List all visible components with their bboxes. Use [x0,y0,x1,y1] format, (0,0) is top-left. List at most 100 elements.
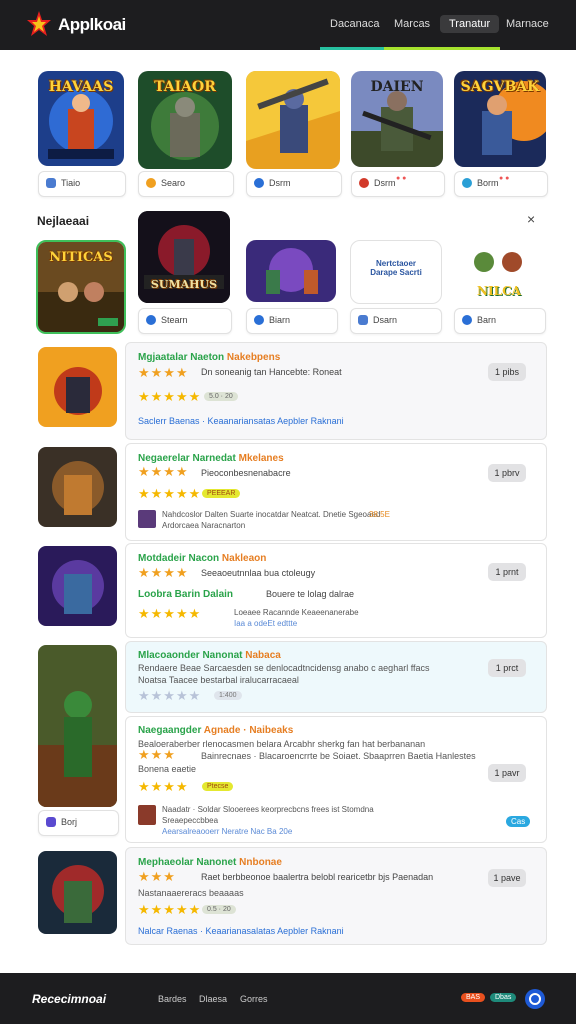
game-name: Mephaeolar Nanonet Nnbonae [138,857,282,868]
game-card-2[interactable]: Negaerelar Narnedat Mkelanes ★★★★ Pieoco… [125,443,547,541]
nav-item-1[interactable]: Dacanaca [330,18,380,30]
rating-badge: 0.5 · 20 [202,905,236,914]
rating-stars-icon: ★★★★★ [138,389,202,404]
thumbnail-caption: Nertctaoer Darape Sacrti [370,259,422,277]
game-thumbnail-3[interactable] [246,71,340,169]
nav-item-4[interactable]: Marnace [506,18,549,30]
rating-badge: 5.0 · 20 [204,392,238,401]
section-chip-5[interactable]: Barn [454,308,546,334]
game-description: Bealoeraberber rlenocasmen belara Arcabh… [138,739,426,749]
coin-icon [146,178,156,188]
user-icon [46,817,56,827]
footer-link-3[interactable]: Gorres [240,994,268,1004]
section-chip-3[interactable]: Biarn [246,308,338,334]
game-meta[interactable]: Saclerr Baenas · Keaanariansatas Aepbler… [138,416,344,426]
section-thumbnail-1[interactable]: NITICAS [36,240,126,334]
footer-link-1[interactable]: Bardes [158,994,187,1004]
game-card-1[interactable]: Mgjaatalar Naeton Nakebpens ★★★★ Dn sone… [125,342,547,440]
chip-label: Barn [477,315,497,325]
game-card-6[interactable]: Mephaeolar Nanonet Nnbonae ★★★ Raet berb… [125,847,547,945]
top-navigation-bar: Applkoai Dacanaca Marcas Tranatur Marnac… [0,0,576,50]
install-button[interactable]: 1 pave [488,869,526,887]
side-chip[interactable]: Borj [38,810,119,836]
avatar [138,805,156,825]
rating-badge: Ptecse [202,782,234,791]
chip-2[interactable]: Searo [138,171,234,197]
game-list-thumbnail-2[interactable] [38,447,117,527]
chip-label: Borj [61,817,78,827]
game-name: Mlacoaonder Nanonat Nabaca [138,650,281,661]
game-thumbnail-4[interactable]: DAIEN [351,71,443,167]
chip-label: Dsrm [374,178,396,188]
app-name[interactable]: Applkoai [58,15,126,35]
review-subtext-2: Aearsalreaooerr Neratre Nac Ba 20e [162,827,293,836]
review-subtext: Sreaepeccbbea [162,816,219,825]
section-chip-2[interactable]: Stearn [138,308,232,334]
game-description: Seeaoeutnnlaa bua ctoleugy [201,568,316,578]
game-thumbnail-5[interactable]: SAGVBAK [454,71,546,167]
rating-stars-icon: ★★★★★ [138,688,202,703]
globe-icon [254,315,264,325]
thumbnail-title: SAGVBAK [460,79,540,95]
chip-1[interactable]: Tiaio [38,171,126,197]
thumbnail-title: DAIEN [370,79,424,95]
footer-link-2[interactable]: Dlaesa [199,994,227,1004]
globe-icon [462,315,472,325]
refresh-icon[interactable] [524,988,546,1010]
nav-item-2[interactable]: Marcas [394,18,430,30]
game-thumbnail-2[interactable]: TAIAOR [138,71,232,169]
action-pill[interactable]: Cas [506,816,531,827]
section-thumbnail-5[interactable]: NILCA [454,240,544,302]
footer-title: Rececimnoai [32,992,107,1006]
footer-badge-red[interactable]: BAS [461,993,486,1002]
game-description: Pieoconbesnenabacre [201,468,291,478]
game-list-thumbnail-3[interactable] [38,546,117,626]
bookmark-icon [358,315,368,325]
install-button[interactable]: 1 pibs [488,363,526,381]
rating-stars-icon: ★★★★★ [138,606,202,621]
install-button[interactable]: 1 pavr [488,764,526,782]
game-list-thumbnail-1[interactable] [38,347,117,427]
game-thumbnail-1[interactable]: HAVAAS [38,71,124,166]
install-button[interactable]: 1 prct [488,659,526,677]
install-button[interactable]: 1 prnt [488,563,526,581]
review-tag: 38.5E [369,510,390,519]
rating-stars-icon: ★★★★ [138,464,189,479]
game-card-5[interactable]: Naegaangder Agnade · Naibeaks Bealoerabe… [125,716,547,843]
chip-5[interactable]: Borm ● ● [454,171,548,197]
nav-underline-green [384,47,500,50]
section-thumbnail-2[interactable]: SUMAHUS [138,211,230,303]
game-list-thumbnail-4[interactable] [38,645,117,807]
game-meta[interactable]: Nalcar Raenas · Keaarianasalatas Aepbler… [138,926,344,936]
game-card-4[interactable]: Mlacoaonder Nanonat Nabaca Rendaere Beae… [125,641,547,713]
game-description: Rendaere Beae Sarcaesden se denlocadtnci… [138,663,430,685]
game-card-3[interactable]: Motdadeir Nacon Nakleaon ★★★★ Seeaoeutnn… [125,543,547,638]
rating-stars-icon: ★★★ [138,747,176,762]
thumbnail-title: HAVAAS [48,79,114,95]
rating-stars-icon: ★★★★★ [138,902,202,917]
game-name: Motdadeir Nacon Nakleaon [138,553,267,564]
section-thumbnail-3[interactable] [246,240,336,302]
install-button[interactable]: 1 pbrv [488,464,526,482]
close-icon[interactable]: × [527,211,535,227]
chip-label: Dsarn [373,315,398,325]
chip-label: Dsrm [269,178,291,188]
game-list-thumbnail-6[interactable] [38,851,117,934]
review-subtext: Ardorcaea Naracnarton [162,521,246,530]
chip-3[interactable]: Dsrm [246,171,342,197]
chip-dots: ● ● [499,175,510,182]
game-description-2: Nastanaaereracs beaaaas [138,888,244,898]
thumbnail-title: NITICAS [49,250,113,265]
chip-label: Stearn [161,315,188,325]
chip-4[interactable]: Dsrm ● ● [351,171,445,197]
section-title: Nejlaeaai [37,214,90,228]
app-logo-icon[interactable] [26,10,52,38]
section-chip-4[interactable]: Dsarn [350,308,442,334]
chip-label: Biarn [269,315,291,325]
review-text: Naadatr · Soldar Slooerees keorprecbcns … [162,805,374,814]
section-thumbnail-4[interactable]: Nertctaoer Darape Sacrti [350,240,442,304]
nav-item-3-active[interactable]: Tranatur [440,15,500,33]
footer-badge-green[interactable]: Dbas [490,993,517,1002]
review-text: Nahdcoslor Dalten Suarte inocatdar Neatc… [162,510,381,519]
user-icon [46,178,56,188]
